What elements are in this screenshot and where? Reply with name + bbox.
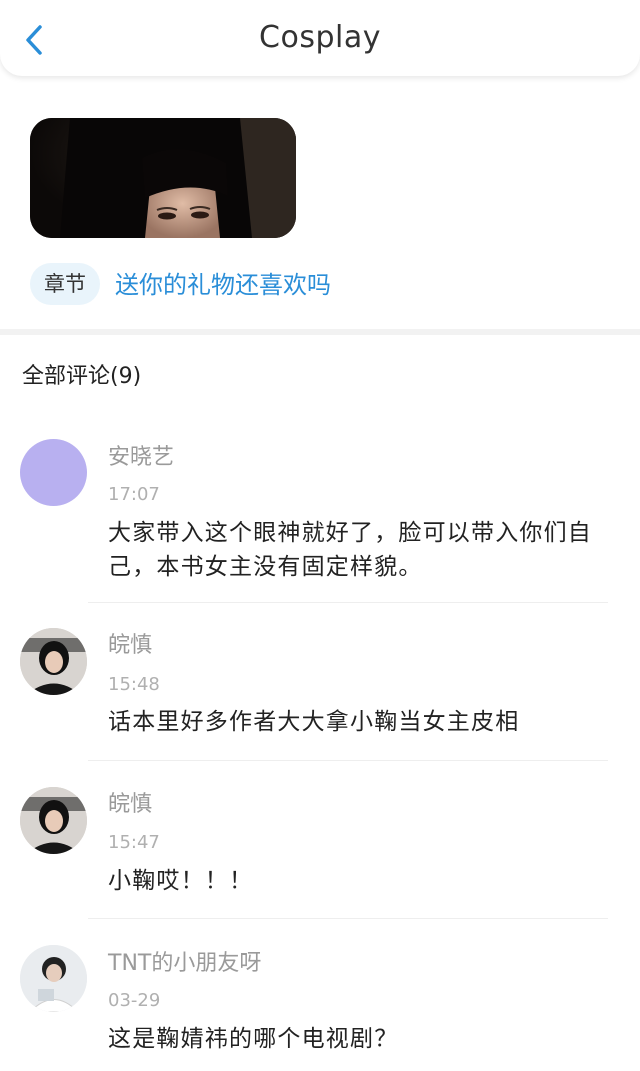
comment-time: 15:47 [108,832,160,853]
avatar-photo [20,945,87,1012]
cover-image[interactable] [30,118,296,238]
comment-username[interactable]: 皖慎 [108,631,152,661]
cover-illustration [30,118,296,238]
comments-count-heading: 全部评论(9) [22,364,142,389]
avatar-photo [20,787,87,854]
avatar-photo [20,628,87,695]
comment-divider [88,602,608,603]
avatar[interactable] [20,787,87,854]
avatar[interactable] [20,945,87,1012]
avatar[interactable] [20,628,87,695]
comment-text: 这是鞠婧祎的哪个电视剧？ [108,1026,399,1052]
chapter-link[interactable]: 送你的礼物还喜欢吗 [115,268,331,302]
comment-username[interactable]: TNT的小朋友呀 [108,949,261,979]
comments-page: Cosplay 章节 送你的礼物还喜欢吗 全部评论(9) 安晓艺 17:07 大… [0,0,640,1071]
comment-time: 03-29 [108,990,161,1011]
avatar[interactable] [20,439,87,506]
comment-text: 大家带入这个眼神就好了，脸可以带入你们自己，本书女主没有固定样貌。 [108,520,592,580]
comment-username[interactable]: 皖慎 [108,790,152,820]
comment-divider [88,760,608,761]
comment-text: 小鞠哎！！！ [108,868,254,894]
comment-divider [88,918,608,919]
comment-text: 话本里好多作者大大拿小鞠当女主皮相 [108,709,520,735]
chapter-badge: 章节 [30,263,100,305]
page-title: Cosplay [259,20,381,55]
comment-username[interactable]: 安晓艺 [108,443,174,473]
comment-time: 15:48 [108,674,160,695]
comment-time: 17:07 [108,484,160,505]
section-divider [0,329,640,335]
top-bar: Cosplay [0,0,640,76]
